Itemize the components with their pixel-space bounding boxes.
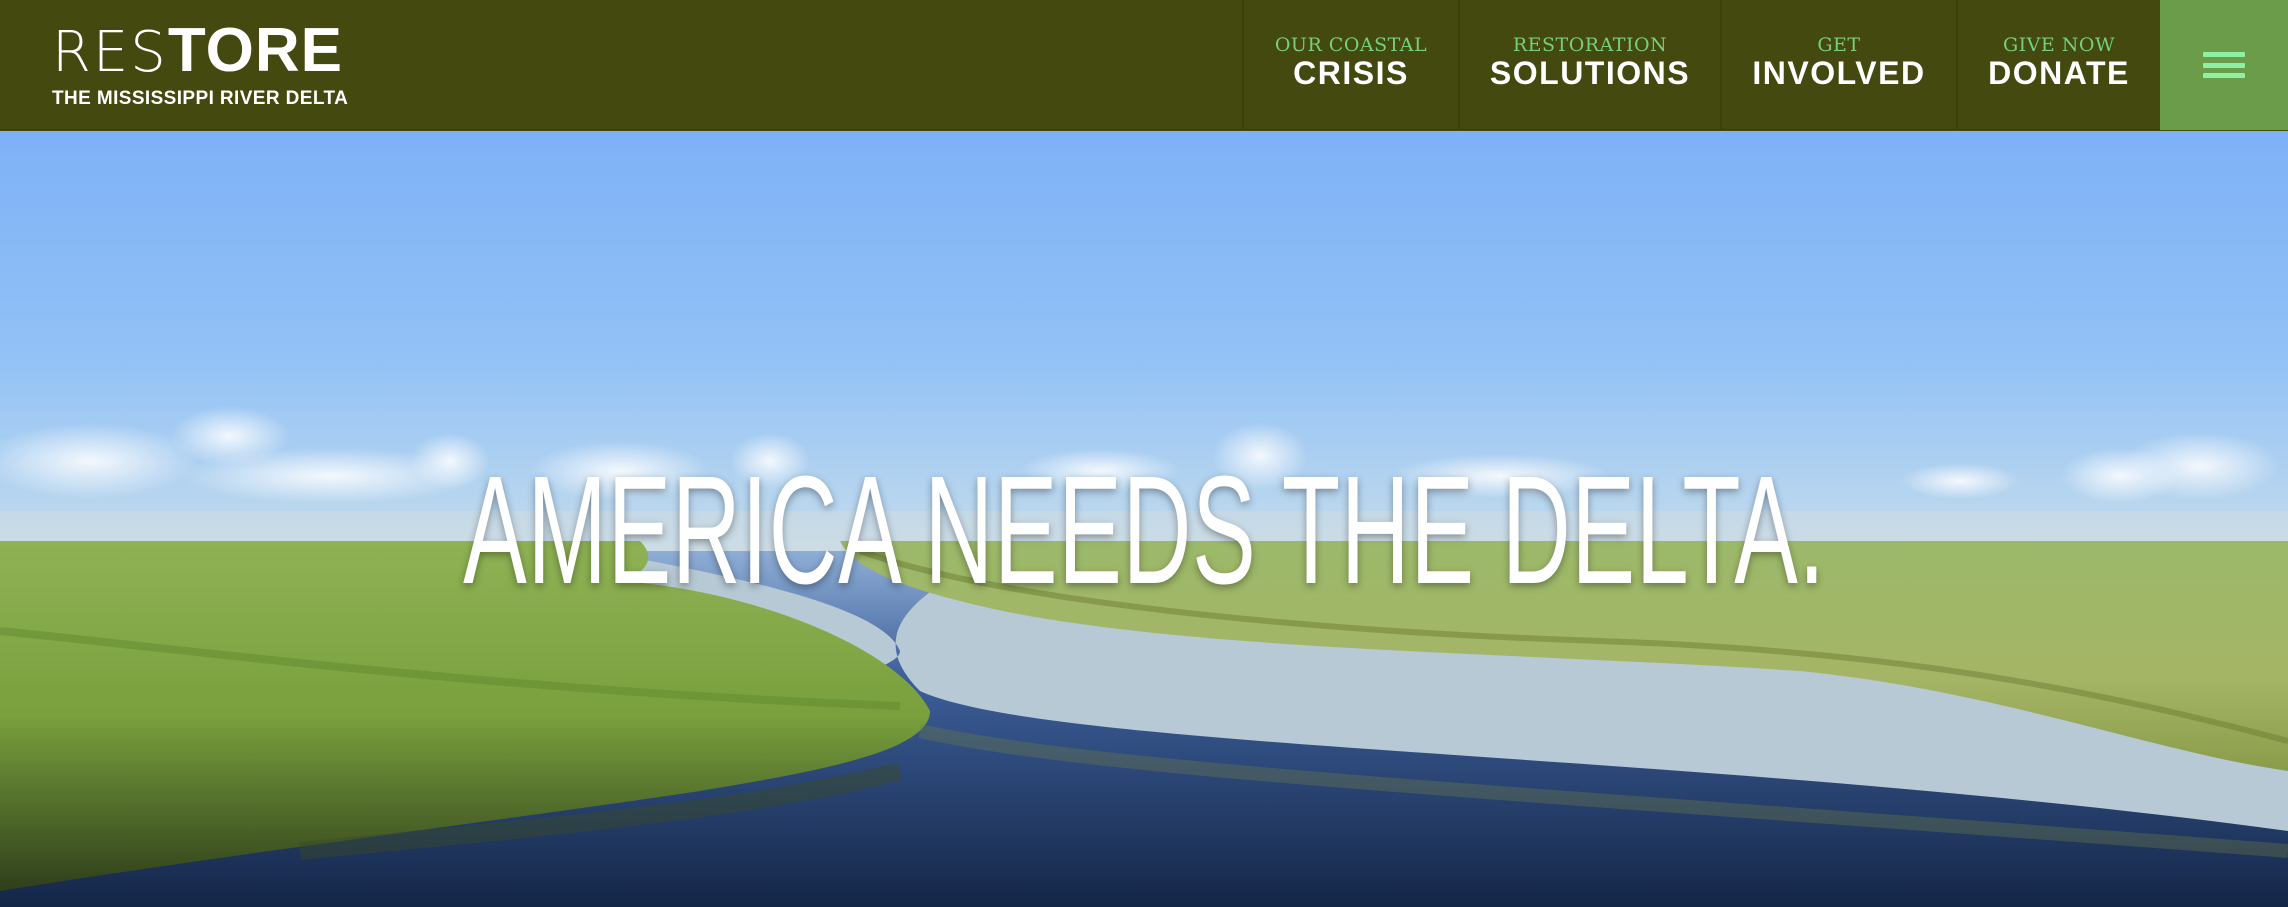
logo-wordmark-bold: TORE (167, 16, 343, 85)
nav-label: CRISIS (1293, 55, 1409, 91)
nav-kicker: GIVE NOW (2002, 34, 2116, 56)
menu-button[interactable] (2160, 0, 2288, 130)
nav-item-donate[interactable]: GIVE NOW DONATE (1956, 0, 2160, 130)
nav-item-crisis[interactable]: OUR COASTAL CRISIS (1242, 0, 1458, 130)
logo-subtitle: THE MISSISSIPPI RIVER DELTA (52, 88, 349, 109)
nav-kicker: RESTORATION (1512, 34, 1668, 56)
hero-banner: AMERICA NEEDS THE DELTA. (0, 131, 2288, 907)
logo-wordmark-thin: RES (52, 20, 168, 85)
nav-label: SOLUTIONS (1489, 55, 1691, 91)
logo-wordmark: RESTORE (52, 20, 382, 85)
nav-kicker: OUR COASTAL (1274, 34, 1428, 56)
nav-item-solutions[interactable]: RESTORATION SOLUTIONS (1458, 0, 1720, 130)
nav-label: INVOLVED (1752, 55, 1926, 91)
main-nav: OUR COASTAL CRISIS RESTORATION SOLUTIONS… (1242, 0, 2160, 130)
hero-headline: AMERICA NEEDS THE DELTA. (463, 444, 1826, 616)
nav-label: DONATE (1988, 55, 2130, 91)
hamburger-menu-icon (2203, 52, 2245, 78)
nav-kicker: GET (1817, 34, 1861, 56)
nav-item-involved[interactable]: GET INVOLVED (1720, 0, 1956, 130)
site-logo[interactable]: RESTORE THE MISSISSIPPI RIVER DELTA (52, 20, 382, 110)
site-header: RESTORE THE MISSISSIPPI RIVER DELTA OUR … (0, 0, 2288, 130)
